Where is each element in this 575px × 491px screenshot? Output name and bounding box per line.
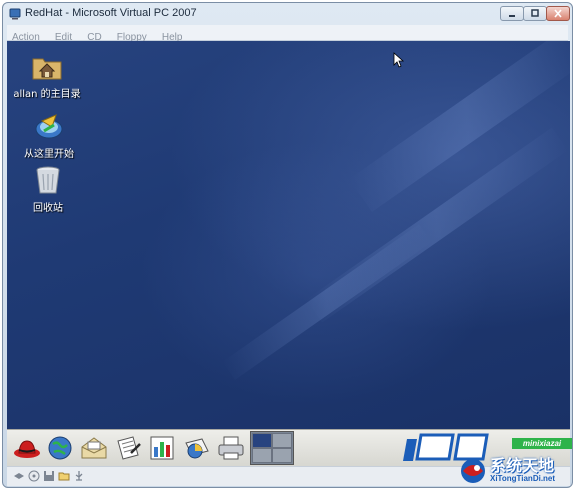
menu-bar: Action Edit CD Floppy Help: [7, 25, 568, 43]
printer-icon[interactable]: [216, 433, 246, 463]
desktop-icon-trash[interactable]: 回收站: [8, 163, 88, 214]
desktop-icon-label: 从这里开始: [24, 149, 74, 160]
wallpaper-streak: [349, 41, 570, 212]
maximize-button[interactable]: [523, 6, 547, 21]
network-icon[interactable]: [13, 470, 25, 482]
window-title: RedHat - Microsoft Virtual PC 2007: [25, 7, 197, 19]
workspace-4[interactable]: [272, 448, 292, 463]
virtual-pc-icon: [9, 8, 21, 20]
workspace-switcher[interactable]: [250, 431, 294, 465]
cd-icon[interactable]: [28, 470, 40, 482]
usb-icon[interactable]: [73, 470, 85, 482]
workspace-1[interactable]: [252, 433, 272, 448]
start-here-icon: [35, 114, 63, 139]
text-editor-icon[interactable]: [113, 433, 143, 463]
guest-desktop[interactable]: allan 的主目录 从这里开始 回收站: [7, 41, 570, 429]
watermark-site-text: XiTongTianDi.net: [490, 474, 556, 483]
watermark-brand-text: 系统天地: [490, 456, 555, 475]
virtual-pc-window: RedHat - Microsoft Virtual PC 2007 Actio…: [2, 2, 573, 488]
spreadsheet-icon[interactable]: [147, 433, 177, 463]
presentation-icon[interactable]: [182, 433, 212, 463]
folder-icon[interactable]: [58, 470, 70, 482]
minimize-button[interactable]: [500, 6, 524, 21]
mouse-cursor-icon: [393, 52, 405, 68]
minimize-icon: [509, 15, 515, 17]
wallpaper-streak: [222, 224, 432, 380]
workspace-3[interactable]: [252, 448, 272, 463]
close-icon: [554, 9, 562, 18]
email-icon[interactable]: [79, 433, 109, 463]
desktop-icon-label: allan 的主目录: [13, 89, 81, 100]
maximize-icon: [531, 9, 539, 17]
desktop-icon-home[interactable]: allan 的主目录: [7, 49, 87, 100]
desktop-icon-start-here[interactable]: 从这里开始: [9, 109, 89, 160]
floppy-icon[interactable]: [43, 470, 55, 482]
desktop-icon-label: 回收站: [33, 203, 63, 214]
trash-icon: [36, 166, 60, 194]
title-bar[interactable]: RedHat - Microsoft Virtual PC 2007: [3, 3, 572, 25]
redhat-menu-icon[interactable]: [12, 433, 42, 463]
close-button[interactable]: [546, 6, 570, 21]
workspace-2[interactable]: [272, 433, 292, 448]
home-folder-icon: [32, 58, 62, 80]
web-browser-icon[interactable]: [45, 433, 75, 463]
